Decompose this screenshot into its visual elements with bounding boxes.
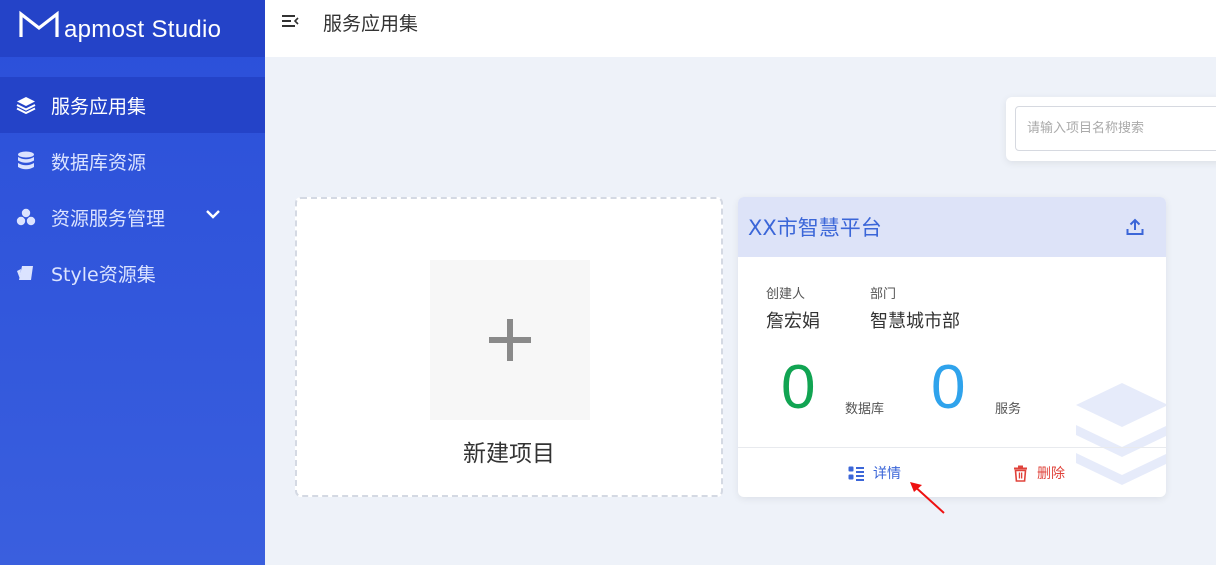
service-count: 0	[931, 353, 966, 422]
cubes-icon	[16, 207, 36, 227]
menu-collapse-icon[interactable]	[281, 11, 301, 31]
layers-icon	[16, 95, 36, 115]
project-card-header: XX市智慧平台	[738, 197, 1166, 257]
sidebar-item-resource-services[interactable]: 资源服务管理	[0, 189, 265, 245]
upload-icon[interactable]	[1125, 217, 1145, 237]
annotation-arrow-icon	[910, 482, 945, 514]
list-icon	[848, 466, 864, 481]
card-divider	[738, 447, 1166, 448]
sidebar-item-label: 服务应用集	[51, 95, 147, 118]
sidebar-item-style[interactable]: Style资源集	[0, 245, 265, 301]
delete-button[interactable]: 删除	[1012, 463, 1065, 483]
add-project-area[interactable]	[430, 260, 590, 420]
top-header: 服务应用集	[265, 0, 1216, 57]
database-icon	[16, 151, 36, 171]
project-title: XX市智慧平台	[748, 216, 882, 240]
chevron-down-icon[interactable]	[205, 209, 221, 219]
dept-label: 部门	[870, 287, 897, 302]
details-label: 详情	[873, 466, 901, 482]
dept-value: 智慧城市部	[870, 311, 960, 332]
trash-icon	[1014, 465, 1027, 482]
logo-m-icon	[19, 10, 59, 37]
search-input[interactable]	[1015, 106, 1216, 151]
logo-text: apmost Studio	[64, 15, 222, 43]
service-count-label: 服务	[995, 402, 1022, 417]
sidebar: apmost Studio 服务应用集 数据库资源 资源服务管理 Style资源…	[0, 0, 265, 565]
logo[interactable]: apmost Studio	[0, 0, 265, 57]
layers-decoration-icon	[1076, 383, 1166, 485]
creator-value: 詹宏娟	[766, 311, 820, 332]
sidebar-item-service-apps[interactable]: 服务应用集	[0, 77, 265, 133]
search-panel	[1006, 97, 1216, 161]
delete-label: 删除	[1037, 466, 1065, 482]
db-count: 0	[781, 353, 816, 422]
new-project-card[interactable]: 新建项目	[295, 197, 723, 497]
page-title: 服务应用集	[323, 13, 419, 35]
style-icon	[16, 263, 36, 283]
sidebar-item-label: 资源服务管理	[51, 207, 166, 230]
db-count-label: 数据库	[845, 402, 885, 417]
details-button[interactable]: 详情	[848, 463, 901, 483]
creator-label: 创建人	[766, 287, 806, 302]
new-project-label: 新建项目	[463, 441, 555, 467]
sidebar-item-label: Style资源集	[51, 263, 156, 286]
project-card: XX市智慧平台 创建人 詹宏娟 部门 智慧城市部 0 数据库 0 服务 详情 删…	[738, 197, 1166, 497]
sidebar-nav: 服务应用集 数据库资源 资源服务管理 Style资源集	[0, 77, 265, 301]
sidebar-item-label: 数据库资源	[51, 151, 147, 174]
sidebar-item-database[interactable]: 数据库资源	[0, 133, 265, 189]
